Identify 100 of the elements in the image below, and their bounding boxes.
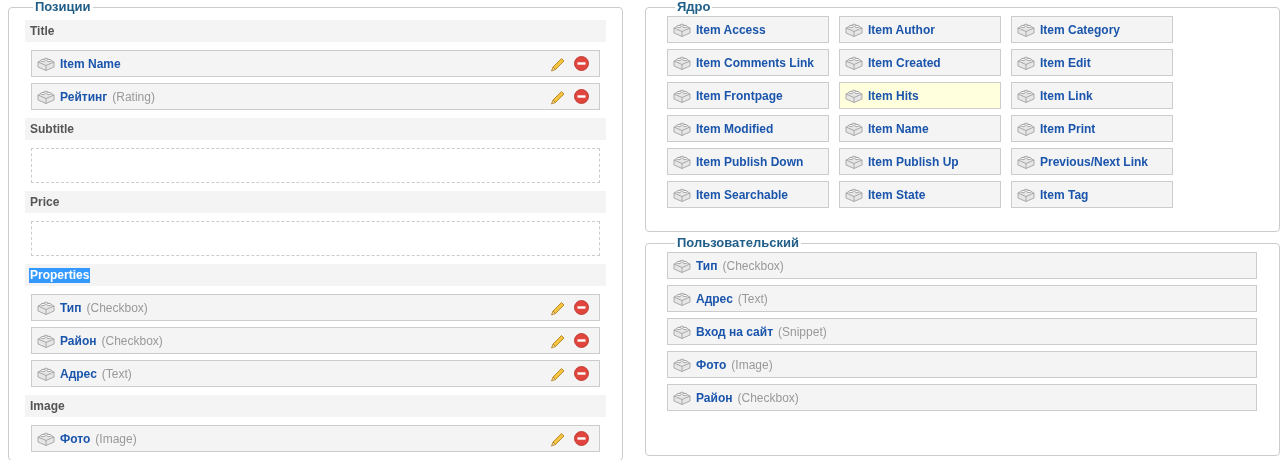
brick-icon — [37, 431, 55, 446]
pencil-icon[interactable] — [550, 430, 566, 447]
field-row[interactable]: Item Name — [31, 50, 600, 77]
field-tile[interactable]: Item Publish Up — [839, 148, 1001, 175]
brick-icon — [1017, 22, 1035, 37]
pencil-icon[interactable] — [550, 365, 566, 382]
brick-icon — [673, 258, 691, 273]
field-type: (Checkbox) — [86, 300, 148, 315]
brick-icon — [673, 324, 691, 339]
brick-icon — [37, 300, 55, 315]
field-name: Item Comments Link — [696, 55, 815, 70]
field-row[interactable]: Рейтинг (Rating) — [31, 83, 600, 110]
field-name: Item Print — [1040, 121, 1096, 136]
field-name: Item Tag — [1040, 187, 1089, 202]
field-tile[interactable]: Item Access — [667, 16, 829, 43]
brick-icon — [673, 357, 691, 372]
field-name: Item Modified — [696, 121, 774, 136]
brick-icon — [673, 154, 691, 169]
group-title: Subtitle — [29, 121, 75, 137]
field-tile[interactable]: Item Print — [1011, 115, 1173, 142]
brick-icon — [37, 366, 55, 381]
field-name: Item Name — [60, 56, 121, 71]
field-name: Item State — [868, 187, 926, 202]
field-tile[interactable]: Item Created — [839, 49, 1001, 76]
field-tile[interactable]: Item Category — [1011, 16, 1173, 43]
field-name: Район — [696, 390, 733, 405]
field-tile[interactable]: Item Edit — [1011, 49, 1173, 76]
field-tile[interactable]: Item Tag — [1011, 181, 1173, 208]
field-name: Item Hits — [868, 88, 919, 103]
field-name: Item Access — [696, 22, 766, 37]
remove-icon[interactable] — [574, 366, 589, 381]
pencil-icon[interactable] — [550, 88, 566, 105]
brick-icon — [845, 88, 863, 103]
field-tile[interactable]: Item Frontpage — [667, 82, 829, 109]
field-name: Рейтинг — [60, 89, 108, 104]
brick-icon — [1017, 154, 1035, 169]
field-tile[interactable]: Item Author — [839, 16, 1001, 43]
field-type: (Image) — [95, 431, 137, 446]
field-row[interactable]: Фото (Image) — [31, 425, 600, 452]
field-row[interactable]: Тип (Checkbox) — [667, 252, 1257, 279]
field-tile[interactable]: Item Searchable — [667, 181, 829, 208]
field-name: Тип — [60, 300, 82, 315]
field-name: Item Edit — [1040, 55, 1091, 70]
brick-icon — [845, 55, 863, 70]
field-tile[interactable]: Item Hits — [839, 82, 1001, 109]
drop-zone[interactable] — [31, 221, 600, 256]
field-tile[interactable]: Item Name — [839, 115, 1001, 142]
field-tile[interactable]: Item Publish Down — [667, 148, 829, 175]
pencil-icon[interactable] — [550, 299, 566, 316]
group-title: Properties — [29, 267, 91, 283]
brick-icon — [37, 333, 55, 348]
brick-icon — [37, 56, 55, 71]
pencil-icon[interactable] — [550, 332, 566, 349]
panel-title: Позиции — [34, 0, 92, 14]
remove-icon[interactable] — [574, 56, 589, 71]
field-name: Previous/Next Link — [1040, 154, 1149, 169]
brick-icon — [1017, 121, 1035, 136]
field-tile[interactable]: Item Modified — [667, 115, 829, 142]
remove-icon[interactable] — [574, 300, 589, 315]
field-type: (Checkbox) — [101, 333, 163, 348]
group-title: Price — [29, 194, 61, 210]
field-row[interactable]: Адрес (Text) — [31, 360, 600, 387]
brick-icon — [673, 88, 691, 103]
drop-zone[interactable] — [31, 148, 600, 183]
field-row[interactable]: Район (Checkbox) — [31, 327, 600, 354]
field-row[interactable]: Тип (Checkbox) — [31, 294, 600, 321]
pencil-icon[interactable] — [550, 55, 566, 72]
field-type: (Checkbox) — [722, 258, 784, 273]
field-name: Item Name — [868, 121, 929, 136]
field-type: (Snippet) — [778, 324, 827, 339]
field-row[interactable]: Вход на сайт (Snippet) — [667, 318, 1257, 345]
brick-icon — [673, 22, 691, 37]
remove-icon[interactable] — [574, 333, 589, 348]
field-name: Адрес — [60, 366, 97, 381]
field-name: Item Link — [1040, 88, 1093, 103]
brick-icon — [673, 121, 691, 136]
remove-icon[interactable] — [574, 431, 589, 446]
field-tile[interactable]: Item State — [839, 181, 1001, 208]
field-type: (Text) — [101, 366, 132, 381]
remove-icon[interactable] — [574, 89, 589, 104]
panel-title: Пользовательский — [676, 236, 800, 250]
field-row[interactable]: Адрес (Text) — [667, 285, 1257, 312]
brick-icon — [673, 55, 691, 70]
field-tile[interactable]: Item Comments Link — [667, 49, 829, 76]
field-name: Item Frontpage — [696, 88, 783, 103]
field-type: (Text) — [737, 291, 768, 306]
field-name: Item Searchable — [696, 187, 789, 202]
brick-icon — [1017, 55, 1035, 70]
field-row[interactable]: Район (Checkbox) — [667, 384, 1257, 411]
brick-icon — [673, 187, 691, 202]
field-name: Тип — [696, 258, 718, 273]
field-tile[interactable]: Item Link — [1011, 82, 1173, 109]
panel-title: Ядро — [676, 0, 712, 14]
brick-icon — [845, 22, 863, 37]
field-tile[interactable]: Previous/Next Link — [1011, 148, 1173, 175]
brick-icon — [845, 154, 863, 169]
field-row[interactable]: Фото (Image) — [667, 351, 1257, 378]
field-name: Фото — [696, 357, 727, 372]
field-name: Фото — [60, 431, 91, 446]
group-title: Title — [29, 23, 56, 39]
